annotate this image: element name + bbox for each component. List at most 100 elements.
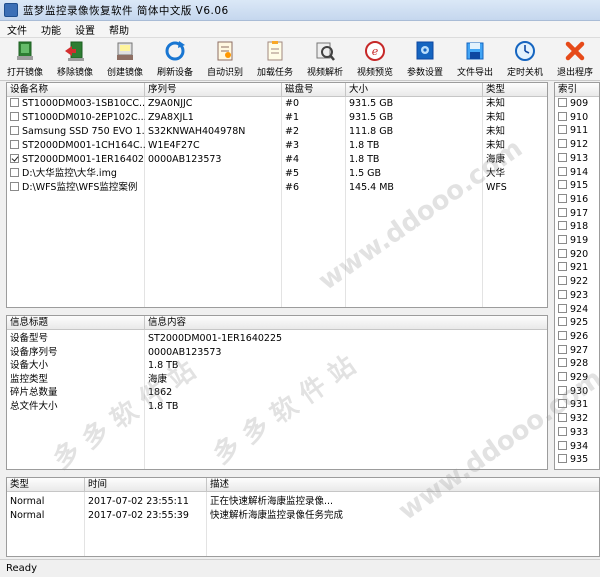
col-log-time[interactable]: 时间 (85, 478, 207, 492)
index-row[interactable]: 927 (555, 344, 599, 358)
index-checkbox[interactable] (558, 440, 567, 450)
log-panel[interactable]: 类型 时间 描述 Normal 2017-07-02 23:55:11 正在快速解析… (6, 477, 600, 557)
index-row[interactable]: 921 (555, 261, 599, 275)
index-row[interactable]: 922 (555, 275, 599, 289)
video-analyze-button[interactable]: 视频解析 (300, 38, 350, 80)
device-checkbox[interactable] (10, 112, 19, 121)
param-settings-button[interactable]: 参数设置 (400, 38, 450, 80)
index-row[interactable]: 909 (555, 97, 599, 111)
col-size[interactable]: 大小 (346, 83, 483, 97)
index-row[interactable]: 913 (555, 152, 599, 166)
info-row[interactable]: 设备序列号 0000AB123573 (7, 346, 547, 360)
index-checkbox[interactable] (558, 454, 567, 464)
index-checkbox[interactable] (558, 399, 567, 409)
device-row[interactable]: ST1000DM003-1SB10CC... Z9A0NJJC #0 931.5 GB… (7, 97, 547, 111)
device-row[interactable]: ST2000DM001-1CH164C... W1E4F27C #3 1.8 TB 未知 (7, 139, 547, 153)
index-row[interactable]: 926 (555, 330, 599, 344)
index-checkbox[interactable] (558, 276, 567, 286)
index-row[interactable]: 917 (555, 207, 599, 221)
device-row[interactable]: ST1000DM010-2EP102C... Z9A8XJL1 #1 931.5 GB… (7, 111, 547, 125)
index-row[interactable]: 915 (555, 179, 599, 193)
col-log-type[interactable]: 类型 (7, 478, 85, 492)
index-row[interactable]: 923 (555, 289, 599, 303)
device-checkbox[interactable] (10, 154, 19, 163)
index-row[interactable]: 932 (555, 412, 599, 426)
video-preview-button[interactable]: e 视频预览 (350, 38, 400, 80)
index-row[interactable]: 912 (555, 138, 599, 152)
index-checkbox[interactable] (558, 125, 567, 135)
info-panel[interactable]: 信息标题 信息内容 设备型号 ST2000DM001-1ER1640225 设备序列… (6, 315, 548, 470)
col-device-name[interactable]: 设备名称 (7, 83, 145, 97)
index-checkbox[interactable] (558, 372, 567, 381)
index-row[interactable]: 933 (555, 426, 599, 440)
col-serial[interactable]: 序列号 (145, 83, 282, 97)
index-checkbox[interactable] (558, 180, 567, 190)
col-type[interactable]: 类型 (483, 83, 547, 97)
index-row[interactable]: 930 (555, 385, 599, 399)
auto-detect-button[interactable]: 自动识别 (200, 38, 250, 80)
index-checkbox[interactable] (558, 413, 567, 423)
index-row[interactable]: 925 (555, 316, 599, 330)
device-row[interactable]: D:\WFS监控\WFS监控案例 #6 145.4 MB WFS (7, 181, 547, 195)
index-row[interactable]: 911 (555, 124, 599, 138)
menu-file[interactable]: 文件 (0, 22, 34, 37)
index-checkbox[interactable] (558, 385, 567, 395)
device-checkbox[interactable] (10, 126, 19, 135)
index-row[interactable]: 929 (555, 371, 599, 385)
refresh-device-button[interactable]: 刷新设备 (150, 38, 200, 80)
index-row[interactable]: 918 (555, 220, 599, 234)
index-checkbox[interactable] (558, 235, 567, 244)
menu-help[interactable]: 帮助 (102, 22, 136, 37)
exit-button[interactable]: 退出程序 (550, 38, 600, 80)
info-row[interactable]: 监控类型 海康 (7, 373, 547, 387)
index-checkbox[interactable] (558, 152, 567, 162)
index-checkbox[interactable] (558, 98, 567, 107)
device-checkbox[interactable] (10, 182, 19, 191)
col-info-title[interactable]: 信息标题 (7, 316, 145, 330)
title-bar[interactable]: 蓝梦监控录像恢复软件 简体中文版 V6.06 (0, 0, 600, 21)
index-row[interactable]: 931 (555, 398, 599, 412)
open-image-button[interactable]: 打开镜像 (0, 38, 50, 80)
index-row[interactable]: 910 (555, 111, 599, 125)
index-checkbox[interactable] (558, 303, 567, 313)
create-image-button[interactable]: 创建镜像 (100, 38, 150, 80)
index-checkbox[interactable] (558, 289, 567, 299)
index-row[interactable]: 934 (555, 440, 599, 454)
index-row[interactable]: 916 (555, 193, 599, 207)
device-checkbox[interactable] (10, 168, 19, 177)
index-checkbox[interactable] (558, 426, 567, 436)
index-checkbox[interactable] (558, 193, 567, 203)
load-task-button[interactable]: 加载任务 (250, 38, 300, 80)
index-checkbox[interactable] (558, 248, 567, 258)
index-checkbox[interactable] (558, 344, 567, 354)
index-panel[interactable]: 索引 909 910 911 912 913 914 915 916 917 918 919 920 9… (554, 82, 600, 470)
device-row[interactable]: Samsung SSD 750 EVO 1... S32KNWAH404978N #… (7, 125, 547, 139)
index-row[interactable]: 924 (555, 303, 599, 317)
file-export-button[interactable]: 文件导出 (450, 38, 500, 80)
col-info-content[interactable]: 信息内容 (145, 316, 547, 330)
index-checkbox[interactable] (558, 317, 567, 327)
index-checkbox[interactable] (558, 139, 567, 149)
device-checkbox[interactable] (10, 140, 19, 149)
device-list-panel[interactable]: 设备名称 序列号 磁盘号 大小 类型 ST1000DM003-1SB10CC..… (6, 82, 548, 308)
index-checkbox[interactable] (558, 358, 567, 368)
menu-function[interactable]: 功能 (34, 22, 68, 37)
col-index[interactable]: 索引 (555, 83, 599, 97)
index-checkbox[interactable] (558, 262, 567, 272)
index-row[interactable]: 935 (555, 453, 599, 467)
menu-settings[interactable]: 设置 (68, 22, 102, 37)
index-checkbox[interactable] (558, 166, 567, 176)
index-checkbox[interactable] (558, 330, 567, 340)
index-checkbox[interactable] (558, 221, 567, 231)
index-row[interactable]: 920 (555, 248, 599, 262)
col-log-desc[interactable]: 描述 (207, 478, 599, 492)
index-row[interactable]: 914 (555, 166, 599, 180)
log-row[interactable]: Normal 2017-07-02 23:55:11 正在快速解析海康监控录像... (7, 495, 599, 509)
index-row[interactable]: 928 (555, 357, 599, 371)
index-row[interactable]: 919 (555, 234, 599, 248)
info-row[interactable]: 设备型号 ST2000DM001-1ER1640225 (7, 332, 547, 346)
device-row[interactable]: D:\大华监控\大华.img #5 1.5 GB 大华 (7, 167, 547, 181)
scheduled-shutdown-button[interactable]: 定时关机 (500, 38, 550, 80)
col-disk-number[interactable]: 磁盘号 (282, 83, 346, 97)
device-row[interactable]: ST2000DM001-1ER16402... 0000AB123573 #4 1.8… (7, 153, 547, 167)
